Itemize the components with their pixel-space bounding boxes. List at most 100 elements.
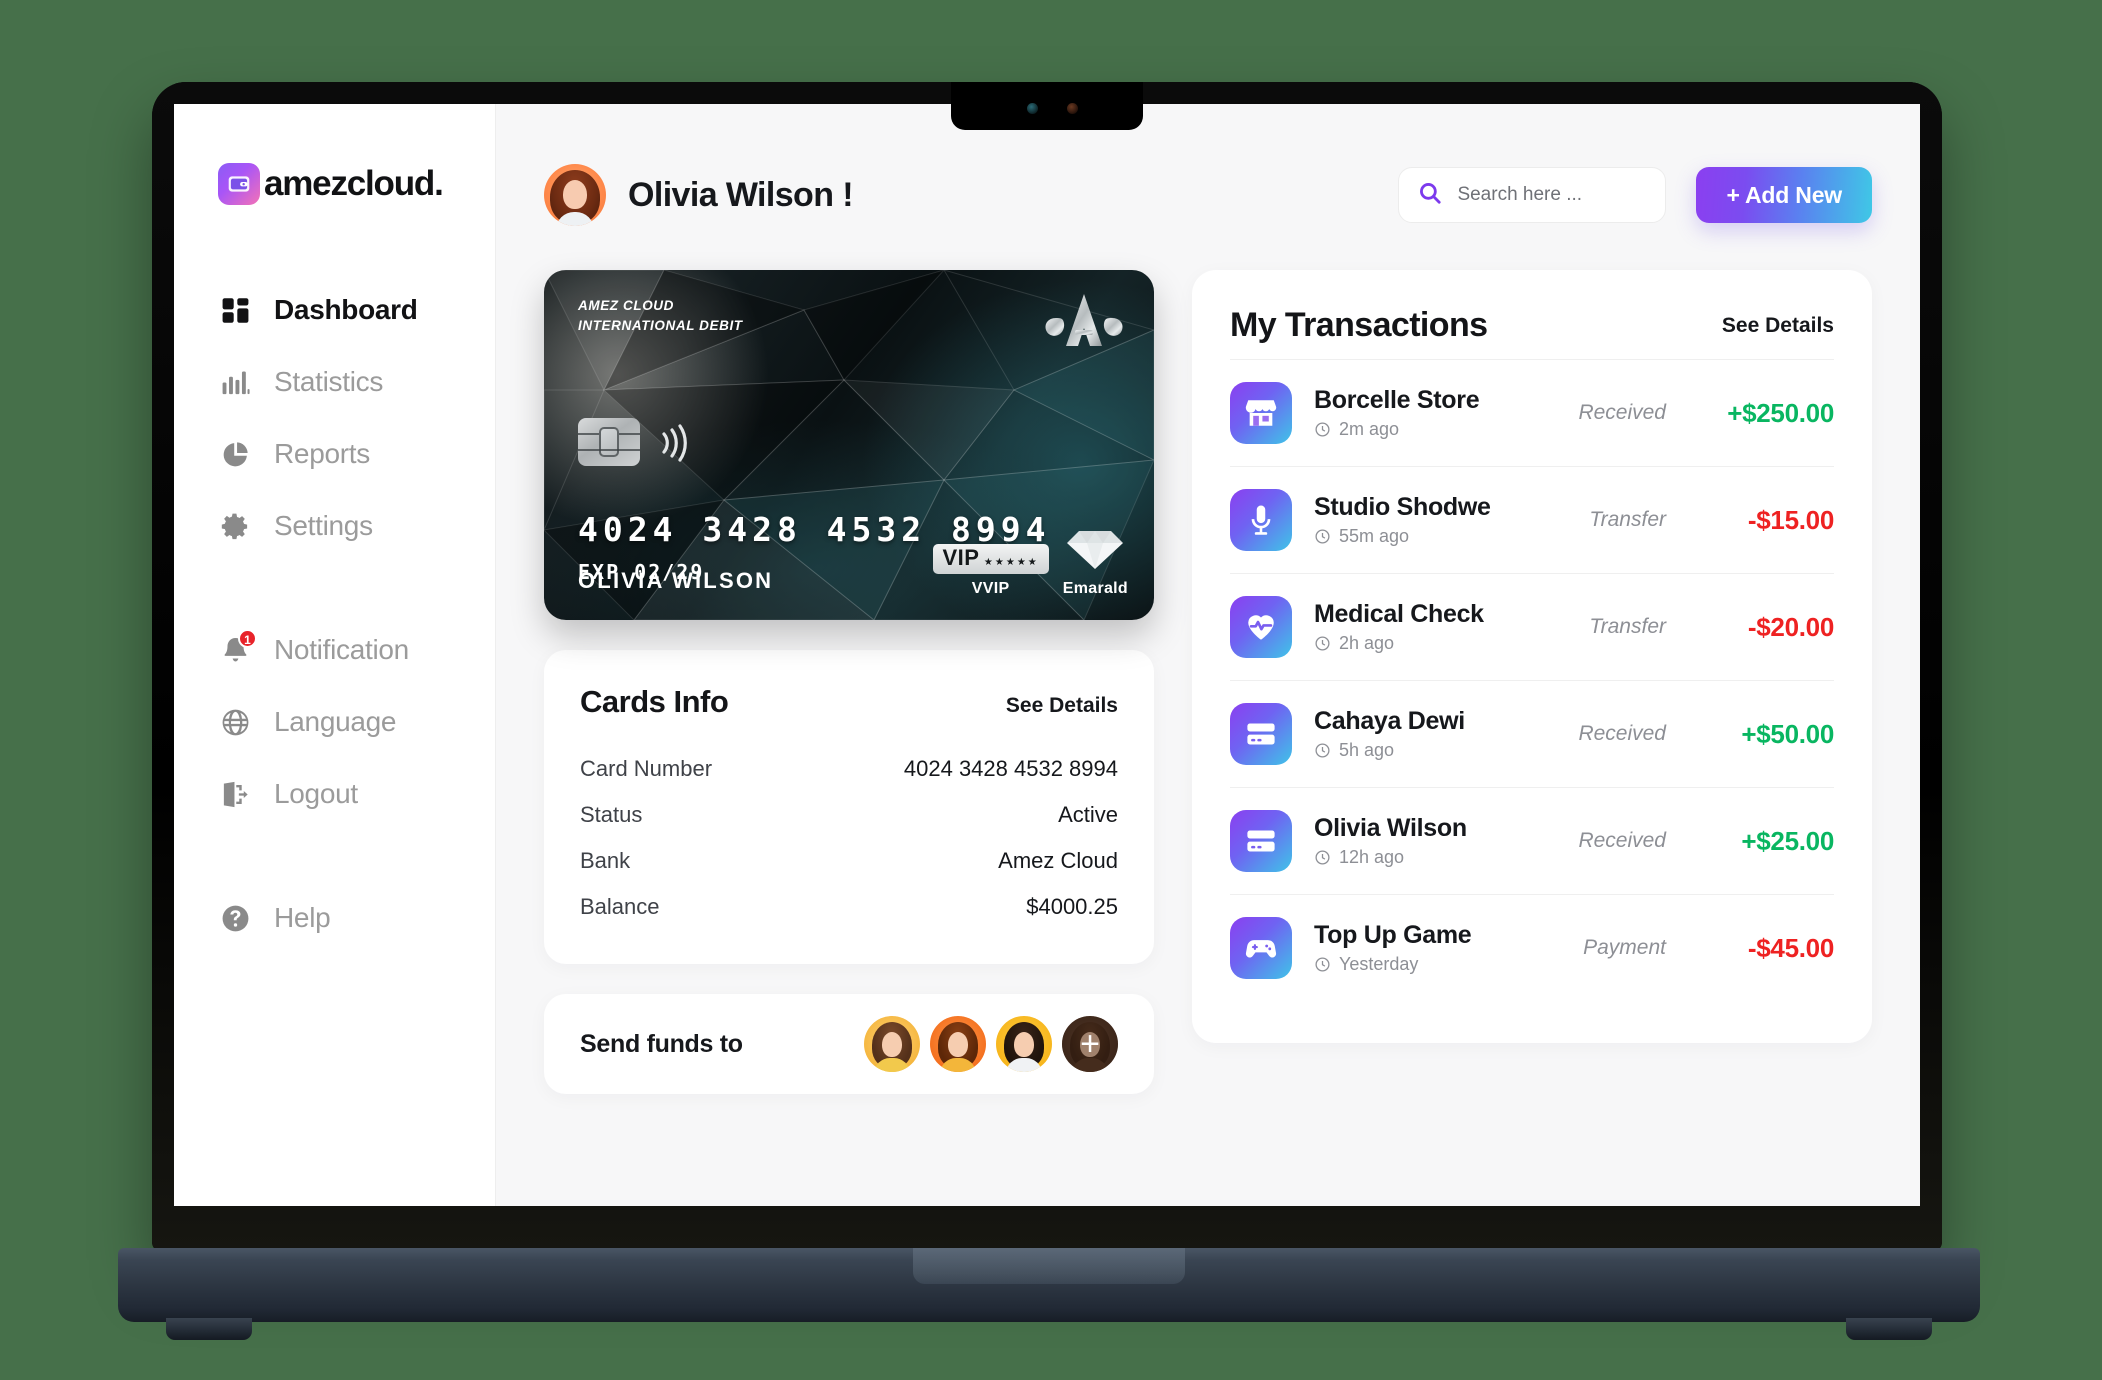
sidebar-item-help[interactable]: Help [174,882,495,954]
send-funds-label: Send funds to [580,1029,743,1058]
webcam-notch [951,82,1143,130]
wallet-icon [218,163,260,205]
emv-chip-icon [578,418,640,466]
sidebar-label-notification: Notification [274,634,409,665]
transaction-info: Borcelle Store 2m ago [1314,386,1480,440]
sidebar-item-logout[interactable]: Logout [174,758,495,830]
cards-info-key: Status [580,802,643,827]
sidebar-label-language: Language [274,706,397,737]
avatar[interactable] [544,164,606,226]
transaction-type: Transfer [1589,508,1666,531]
laptop-foot-right [1846,1318,1932,1340]
cards-info-key: Card Number [580,756,713,781]
transaction-info: Studio Shodwe 55m ago [1314,493,1491,547]
card-tier-badges: VIP ★★★★★ VVIP Emarald [932,529,1129,598]
transaction-name: Top Up Game [1314,921,1472,949]
transaction-time: 5h ago [1314,740,1465,761]
plus-icon: + [1062,1016,1118,1072]
user-greeting-block: Olivia Wilson ! [544,164,854,226]
transaction-name: Studio Shodwe [1314,493,1491,521]
camera-lens-icon [1027,103,1038,114]
sidebar-label-reports: Reports [274,438,370,469]
contact-avatar-2[interactable] [930,1016,986,1072]
search-input[interactable] [1457,184,1648,206]
transaction-time-label: Yesterday [1339,954,1419,974]
search-box[interactable] [1398,167,1667,223]
search-icon [1417,180,1443,211]
add-contact-button[interactable]: + [1062,1016,1118,1072]
table-row[interactable]: Medical Check 2h ago Transfer -$20.00 [1230,573,1834,680]
transactions-card: My Transactions See Details Borcelle Sto… [1192,270,1872,1043]
sidebar-item-language[interactable]: Language [174,686,495,758]
transaction-type: Received [1578,722,1666,745]
table-row[interactable]: Studio Shodwe 55m ago Transfer -$15.00 [1230,466,1834,573]
transaction-time: 12h ago [1314,847,1467,868]
table-row[interactable]: Borcelle Store 2m ago Received +$250.00 [1230,359,1834,466]
transaction-info: Cahaya Dewi 5h ago [1314,707,1465,761]
sidebar-label-logout: Logout [274,778,358,809]
clock-icon [1315,743,1330,758]
table-row[interactable]: Cahaya Dewi 5h ago Received +$50.00 [1230,680,1834,787]
transactions-title: My Transactions [1230,306,1488,344]
sidebar-label-help: Help [274,902,331,933]
table-row[interactable]: Top Up Game Yesterday Payment -$45.00 [1230,894,1834,1001]
gear-icon [218,509,252,543]
cards-info-key: Bank [580,848,631,873]
transaction-time-label: 2m ago [1339,419,1400,439]
contactless-icon [656,422,696,464]
card-brand-line2: INTERNATIONAL DEBIT [578,317,743,333]
cards-info-card: Cards Info See Details Card Number 4024 … [544,650,1154,964]
sidebar-item-settings[interactable]: Settings [174,490,495,562]
logo-text: amezcloud. [264,164,444,203]
diamond-icon [1065,529,1125,576]
pie-chart-icon [218,437,252,471]
gamepad-icon [1230,917,1292,979]
cards-info-key: Balance [580,894,660,919]
sidebar-item-reports[interactable]: Reports [174,418,495,490]
transaction-amount: +$25.00 [1741,825,1834,856]
cards-info-see-details[interactable]: See Details [1006,694,1118,718]
transaction-amount: +$250.00 [1727,397,1834,428]
transactions-see-details[interactable]: See Details [1722,314,1834,338]
sidebar-item-notification[interactable]: 1 Notification [174,614,495,686]
add-new-button[interactable]: + Add New [1696,167,1872,223]
microphone-icon [1230,489,1292,551]
cards-info-value: 4024 3428 4532 8994 [903,756,1118,781]
cards-info-value: Active [1058,802,1118,827]
laptop-lid: amezcloud. Dashboard Statistics Reports … [152,82,1942,1252]
sidebar-item-statistics[interactable]: Statistics [174,346,495,418]
transaction-time-label: 5h ago [1339,740,1395,760]
page-title: Olivia Wilson ! [628,175,854,214]
contact-avatar-3[interactable] [996,1016,1052,1072]
clock-icon [1315,850,1330,865]
contact-avatar-1[interactable] [864,1016,920,1072]
bell-icon: 1 [218,629,257,667]
transaction-info: Olivia Wilson 12h ago [1314,814,1467,868]
transaction-time: 2m ago [1314,419,1479,440]
main-content: Olivia Wilson ! + Add New [496,104,1920,1206]
transaction-info: Medical Check 2h ago [1314,600,1484,654]
send-funds-contacts: + [864,1016,1118,1072]
clock-icon [1315,636,1330,651]
transaction-name: Borcelle Store [1314,386,1480,414]
emerald-label: Emarald [1062,580,1128,597]
app-logo[interactable]: amezcloud. [174,156,495,212]
table-row[interactable]: Olivia Wilson 12h ago Received +$25.00 [1230,787,1834,894]
clock-icon [1315,957,1330,972]
cards-info-header: Cards Info See Details [580,684,1118,720]
help-circle-icon [218,901,252,935]
credit-card-icon [1230,703,1292,765]
card-brand: AMEZ CLOUD INTERNATIONAL DEBIT [578,296,743,335]
laptop-base [118,1248,1980,1340]
laptop-foot-left [166,1318,252,1340]
vip-badge: VIP ★★★★★ VVIP [932,544,1049,598]
card-holder-name: OLIVIA WILSON [578,568,774,593]
transaction-amount: -$45.00 [1747,932,1834,963]
transaction-name: Cahaya Dewi [1314,707,1465,735]
credit-card[interactable]: AMEZ CLOUD INTERNATIONAL DEBIT 4024 3428… [544,270,1154,620]
cards-info-value: $4000.25 [1026,894,1118,919]
grid-icon [218,293,252,327]
sidebar-item-dashboard[interactable]: Dashboard [174,274,495,346]
primary-nav: Dashboard Statistics Reports Settings 1 … [174,274,495,954]
transaction-info: Top Up Game Yesterday [1314,921,1472,975]
